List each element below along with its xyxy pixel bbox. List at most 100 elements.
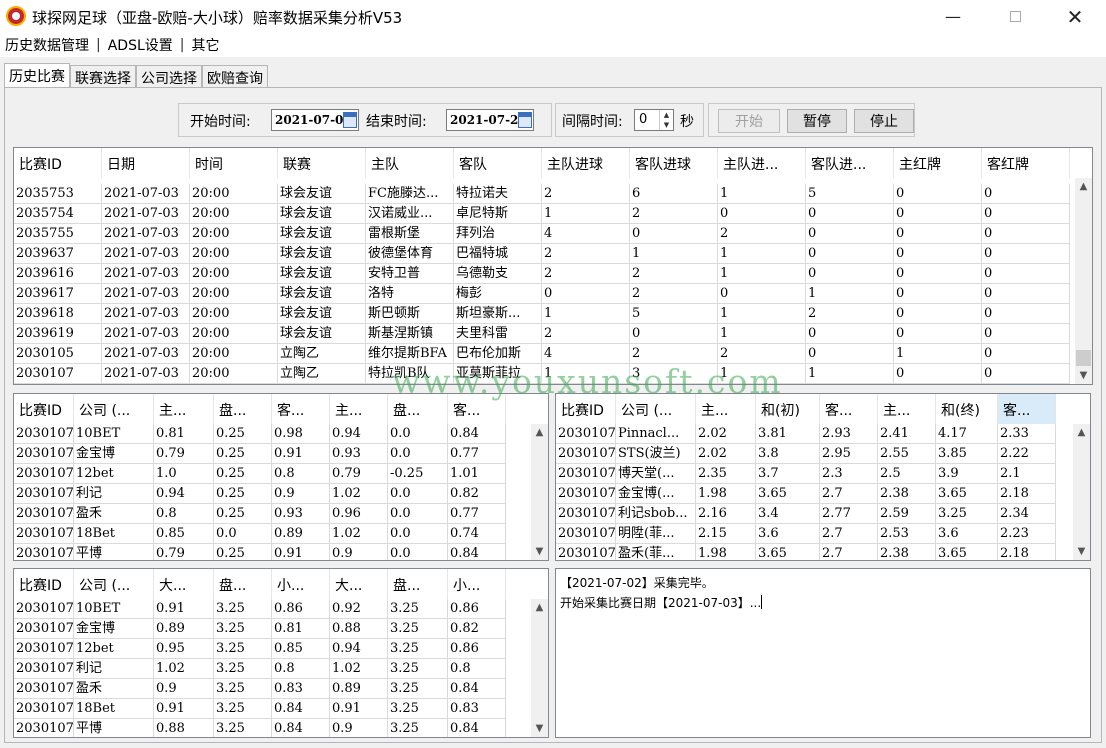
column-header[interactable]: 客... — [998, 394, 1056, 424]
table-row[interactable]: 2030105 2021-07-03 20:00 立陶乙 维尔提斯BFA 巴布伦加斯 4 2 2… — [14, 344, 1070, 364]
spin-up-icon[interactable]: ▲ — [660, 110, 673, 120]
table-row[interactable]: 2030107 平博 0.88 3.25 0.84 0.9 3.25 0.84 — [14, 719, 506, 737]
column-header[interactable]: 大... — [330, 569, 388, 599]
column-header[interactable]: 客... — [272, 394, 330, 424]
table-row[interactable]: 2030107 利记 0.94 0.25 0.9 1.02 0.0 0.82 — [14, 484, 506, 504]
maximize-button[interactable] — [992, 0, 1038, 33]
column-header[interactable]: 客队进球 — [630, 148, 718, 178]
table-row[interactable]: 2039616 2021-07-03 20:00 球会友谊 安特卫普 乌德勒支 2 2 1 0 0 0 — [14, 264, 1070, 284]
scrollbar-thumb[interactable] — [1076, 350, 1091, 366]
vertical-scrollbar[interactable]: ▲ ▼ — [1075, 178, 1092, 384]
table-row[interactable]: 2030107 金宝博 0.79 0.25 0.91 0.93 0.0 0.77 — [14, 444, 506, 464]
scroll-down-icon[interactable]: ▼ — [1075, 367, 1092, 384]
tab-history-matches[interactable]: 历史比赛 — [4, 63, 70, 88]
table-row[interactable]: 2039637 2021-07-03 20:00 球会友谊 彼德堡体育 巴福特城 2 1 1 0 0… — [14, 244, 1070, 264]
scroll-down-icon[interactable]: ▼ — [531, 720, 548, 737]
table-row[interactable]: 2030107 Pinnacl... 2.02 3.81 2.93 2.41 4.17 2.3… — [556, 424, 1056, 444]
column-header[interactable]: 小... — [272, 569, 330, 599]
column-header[interactable]: 客队进... — [806, 148, 894, 178]
table-row[interactable]: 2039618 2021-07-03 20:00 球会友谊 斯巴顿斯 斯坦豪斯... 1 5 1… — [14, 304, 1070, 324]
column-header[interactable]: 客队 — [454, 148, 542, 178]
asian-handicap-table[interactable]: 比赛ID 公司 (... 主... 盘... 客... 主... 盘... 客... 20301… — [13, 393, 549, 561]
pause-button[interactable]: 暂停 — [787, 109, 847, 133]
tab-euro-odds-query[interactable]: 欧赔查询 — [202, 65, 268, 88]
matches-table[interactable]: 比赛ID 日期 时间 联赛 主队 客队 主队进球 客队进球 主队进... 客队进... 主红牌 客红牌… — [13, 147, 1093, 385]
column-header[interactable]: 比赛ID — [14, 569, 74, 599]
menu-history-data[interactable]: 历史数据管理 — [0, 35, 94, 55]
vertical-scrollbar[interactable]: ▲ ▼ — [1073, 424, 1090, 560]
stop-button[interactable]: 停止 — [854, 109, 914, 133]
table-row[interactable]: 2039617 2021-07-03 20:00 球会友谊 洛特 梅彭 0 2 0 1 0 0 — [14, 284, 1070, 304]
table-row[interactable]: 2030107 10BET 0.81 0.25 0.98 0.94 0.0 0.84 — [14, 424, 506, 444]
column-header[interactable]: 主队 — [366, 148, 454, 178]
scroll-up-icon[interactable]: ▲ — [531, 424, 548, 441]
table-row[interactable]: 2030107 利记 1.02 3.25 0.8 1.02 3.25 0.8 — [14, 659, 506, 679]
column-header[interactable]: 主队进... — [718, 148, 806, 178]
tab-league-select[interactable]: 联赛选择 — [70, 65, 136, 88]
column-header[interactable]: 日期 — [102, 148, 190, 178]
start-button[interactable]: 开始 — [718, 109, 780, 133]
spinner-arrows[interactable]: ▲ ▼ — [659, 110, 673, 130]
table-row[interactable]: 2030107 金宝博 0.89 3.25 0.81 0.88 3.25 0.82 — [14, 619, 506, 639]
scroll-up-icon[interactable]: ▲ — [1073, 424, 1090, 441]
table-row[interactable]: 2030107 金宝博(... 1.98 3.65 2.7 2.38 3.65 2.18 — [556, 484, 1056, 504]
table-row[interactable]: 2035754 2021-07-03 20:00 球会友谊 汉诺威业... 卓尼特斯 1 2 0… — [14, 204, 1070, 224]
table-row[interactable]: 2035755 2021-07-03 20:00 球会友谊 雷根斯堡 拜列治 4 0 2 0 0 0 — [14, 224, 1070, 244]
table-row[interactable]: 2030107 18Bet 0.85 0.0 0.89 1.02 0.0 0.74 — [14, 524, 506, 544]
column-header[interactable]: 大... — [154, 569, 214, 599]
table-row[interactable]: 2030107 利记sbob... 2.16 3.4 2.77 2.59 3.25 2.34 — [556, 504, 1056, 524]
column-header[interactable]: 客红牌 — [982, 148, 1070, 178]
column-header[interactable]: 时间 — [190, 148, 278, 178]
column-header[interactable]: 主... — [154, 394, 214, 424]
table-row[interactable]: 2030107 盈禾 0.9 3.25 0.83 0.89 3.25 0.84 — [14, 679, 506, 699]
column-header[interactable]: 主... — [878, 394, 936, 424]
interval-spinner[interactable]: 0 ▲ ▼ — [634, 109, 674, 131]
calendar-icon[interactable] — [518, 112, 532, 128]
table-cell: 18Bet — [74, 524, 154, 543]
scroll-down-icon[interactable]: ▼ — [531, 543, 548, 560]
minimize-button[interactable]: — — [930, 0, 976, 33]
vertical-scrollbar[interactable]: ▲ ▼ — [531, 599, 548, 737]
table-row[interactable]: 2030107 平博 0.79 0.25 0.91 0.9 0.0 0.84 — [14, 544, 506, 560]
table-row[interactable]: 2030107 12bet 0.95 3.25 0.85 0.94 3.25 0.86 — [14, 639, 506, 659]
close-button[interactable]: ✕ — [1052, 0, 1098, 33]
column-header[interactable]: 和(终) — [936, 394, 998, 424]
scroll-up-icon[interactable]: ▲ — [531, 599, 548, 616]
end-date-picker[interactable]: 2021-07-22 — [446, 109, 534, 131]
table-row[interactable]: 2030107 18Bet 0.91 3.25 0.84 0.91 3.25 0.83 — [14, 699, 506, 719]
table-row[interactable]: 2030107 明陞(菲... 2.15 3.6 2.7 2.53 3.6 2.23 — [556, 524, 1056, 544]
table-row[interactable]: 2030107 10BET 0.91 3.25 0.86 0.92 3.25 0.86 — [14, 599, 506, 619]
table-row[interactable]: 2030107 盈禾 0.8 0.25 0.93 0.96 0.0 0.77 — [14, 504, 506, 524]
log-textbox[interactable]: 【2021-07-02】采集完毕。 开始采集比赛日期【2021-07-03】..… — [555, 568, 1091, 738]
column-header[interactable]: 盘... — [388, 569, 448, 599]
menu-other[interactable]: 其它 — [186, 35, 224, 55]
column-header[interactable]: 主队进球 — [542, 148, 630, 178]
scroll-up-icon[interactable]: ▲ — [1075, 178, 1092, 195]
table-row[interactable]: 2035753 2021-07-03 20:00 球会友谊 FC施滕达... 特拉诺夫 2 6… — [14, 184, 1070, 204]
euro-odds-table[interactable]: 比赛ID 公司 (... 主... 和(初) 客... 主... 和(终) 客... 20301… — [555, 393, 1091, 561]
table-row[interactable]: 2030107 博天堂(... 2.35 3.7 2.3 2.5 3.9 2.1 — [556, 464, 1056, 484]
table-row[interactable]: 2030107 STS(波兰) 2.02 3.8 2.95 2.55 3.85 2.22 — [556, 444, 1056, 464]
column-header[interactable]: 客... — [820, 394, 878, 424]
menu-adsl-settings[interactable]: ADSL设置 — [103, 35, 178, 55]
column-header[interactable]: 公司 (... — [74, 569, 154, 599]
column-header[interactable]: 公司 (... — [74, 394, 154, 424]
column-header[interactable]: 盘... — [214, 569, 272, 599]
vertical-scrollbar[interactable]: ▲ ▼ — [531, 424, 548, 560]
column-header[interactable]: 主红牌 — [894, 148, 982, 178]
table-row[interactable]: 2039619 2021-07-03 20:00 球会友谊 斯基涅斯镇 夫里科雷 2 0 1 0 0… — [14, 324, 1070, 344]
over-under-table[interactable]: 比赛ID 公司 (... 大... 盘... 小... 大... 盘... 小... 20301… — [13, 568, 549, 738]
column-header[interactable]: 比赛ID — [14, 394, 74, 424]
column-header[interactable]: 比赛ID — [14, 148, 102, 178]
column-header[interactable]: 主... — [330, 394, 388, 424]
column-header[interactable]: 盘... — [214, 394, 272, 424]
spin-down-icon[interactable]: ▼ — [660, 120, 673, 130]
start-date-picker[interactable]: 2021-07-01 — [271, 109, 359, 131]
table-row[interactable]: 2030107 12bet 1.0 0.25 0.8 0.79 -0.25 1.01 — [14, 464, 506, 484]
calendar-icon[interactable] — [343, 112, 357, 128]
table-row[interactable]: 2030107 盈禾(菲... 1.98 3.65 2.7 2.38 3.65 2.18 — [556, 544, 1056, 560]
column-header[interactable]: 联赛 — [278, 148, 366, 178]
scroll-down-icon[interactable]: ▼ — [1073, 543, 1090, 560]
tab-company-select[interactable]: 公司选择 — [136, 65, 202, 88]
column-header[interactable]: 小... — [448, 569, 506, 599]
